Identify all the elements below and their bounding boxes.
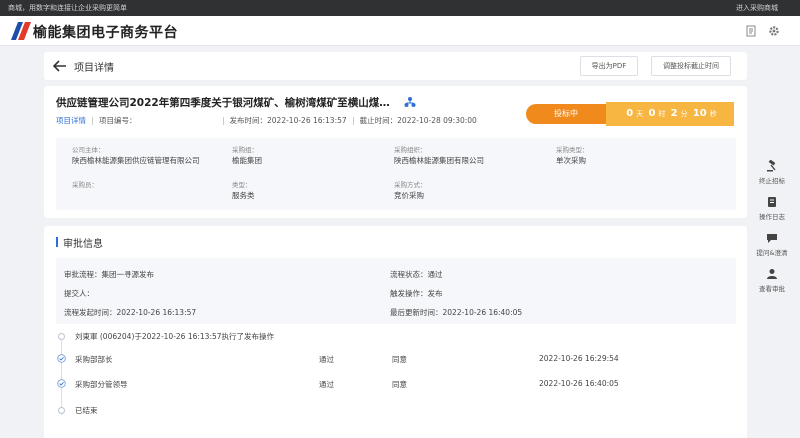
timeline-step-result: 通过 — [319, 380, 334, 389]
project-card: 供应链管理公司2022年第四季度关于银河煤矿、榆树湾煤矿至横山煤… 项目详情 项目… — [44, 86, 747, 218]
project-detail-link[interactable]: 项目详情 — [56, 116, 86, 125]
flow-start-time: 流程发起时间：2022-10-26 16:13:57 — [64, 308, 197, 317]
submitter: 提交人： — [64, 289, 94, 298]
log-icon — [768, 197, 776, 207]
gavel-icon — [767, 160, 776, 172]
top-strip: 商城，用数字和连接让企业采购更简单 进入采购商城 — [0, 0, 800, 16]
countdown-days: 0 — [626, 108, 634, 119]
project-code-label: 项目编号： — [99, 116, 137, 125]
countdown-hours: 0 — [648, 108, 656, 119]
timeline-dot — [58, 333, 65, 340]
terminate-bid-button[interactable]: 终止招标 — [752, 160, 792, 185]
approval-info-grid: 审批流程：集团一寻源发布 流程状态：通过 提交人： 触发操作：发布 流程发起时间… — [56, 258, 736, 324]
approval-card: 审批信息 审批流程：集团一寻源发布 流程状态：通过 提交人： 触发操作：发布 流… — [44, 226, 747, 438]
slogan: 商城，用数字和连接让企业采购更简单 — [8, 4, 127, 12]
countdown-minutes: 2 — [670, 108, 678, 119]
brand-logo-icon — [11, 22, 31, 40]
back-arrow-icon[interactable] — [53, 60, 67, 72]
trigger-action: 触发操作：发布 — [390, 289, 443, 298]
last-update-time: 最后更新时间：2022-10-26 16:40:05 — [390, 308, 523, 317]
deadline-time: 截止时间：2022-10-28 09:30:00 — [359, 116, 477, 125]
document-icon[interactable] — [745, 25, 757, 37]
company-label: 公司主体： — [72, 146, 105, 154]
project-info-grid: 公司主体： 陕西榆林能源集团供应链管理有限公司 采购组： 榆能集团 采购组织： … — [56, 138, 736, 210]
header: 榆能集团电子商务平台 — [0, 16, 800, 46]
rail-label: 查看审批 — [759, 285, 785, 293]
operation-log-button[interactable]: 操作日志 — [752, 196, 792, 221]
category-value: 服务类 — [232, 191, 255, 200]
view-approval-button[interactable]: 查看审批 — [752, 268, 792, 293]
timeline-line — [61, 339, 62, 415]
timeline-step-time: 2022-10-26 16:29:54 — [539, 354, 619, 363]
timeline-end: 已结束 — [75, 406, 98, 415]
project-meta-row: 项目详情 项目编号： 发布时间：2022-10-26 16:13:57 截止时间：20… — [56, 115, 477, 126]
purchase-type-label: 采购类型： — [556, 146, 589, 154]
purchase-method-label: 采购方式： — [394, 181, 427, 189]
rail-label: 操作日志 — [759, 213, 785, 221]
purchase-org-value: 陕西榆林能源集团有限公司 — [394, 156, 484, 165]
page-title-bar: 项目详情 导出为PDF 调整投标截止时间 — [44, 52, 747, 80]
export-pdf-button[interactable]: 导出为PDF — [580, 56, 638, 76]
purchase-method-value: 竞价采购 — [394, 191, 424, 200]
timeline-step-opinion: 同意 — [392, 380, 407, 389]
gear-icon[interactable] — [768, 25, 780, 37]
purchase-org-label: 采购组织： — [394, 146, 427, 154]
flow-status: 流程状态：通过 — [390, 270, 443, 279]
timeline-step-name: 采购部分管领导 — [75, 380, 128, 389]
purchase-group-value: 榆能集团 — [232, 156, 262, 165]
approval-flow: 审批流程：集团一寻源发布 — [64, 270, 154, 279]
status-badge: 投标中 — [526, 104, 606, 124]
brand-name: 榆能集团电子商务平台 — [33, 25, 178, 41]
org-tree-icon[interactable] — [404, 96, 416, 108]
publish-time: 发布时间：2022-10-26 16:13:57 — [229, 116, 347, 125]
buyer-label: 采购员： — [72, 181, 98, 189]
project-title: 供应链管理公司2022年第四季度关于银河煤矿、榆树湾煤矿至横山煤… — [56, 97, 390, 109]
section-accent-bar — [56, 237, 58, 247]
timeline-publish-entry: 刘東軍 (006204)于2022-10-26 16:13:57执行了发布操作 — [75, 332, 275, 341]
timeline-dot — [58, 407, 65, 414]
adjust-deadline-button[interactable]: 调整投标截止时间 — [651, 56, 731, 76]
company-value: 陕西榆林能源集团供应链管理有限公司 — [72, 156, 200, 165]
enter-mall-link[interactable]: 进入采购商城 — [736, 3, 778, 13]
chat-icon — [767, 234, 777, 243]
check-circle-icon — [57, 354, 66, 363]
purchase-type-value: 单次采购 — [556, 156, 586, 165]
timeline-step-result: 通过 — [319, 355, 334, 364]
timeline-step-name: 采购部部长 — [75, 355, 113, 364]
rail-label: 提问&澄清 — [756, 249, 788, 257]
rail-label: 终止招标 — [759, 177, 785, 185]
timeline-step-opinion: 同意 — [392, 355, 407, 364]
category-label: 类型： — [232, 181, 252, 189]
section-title: 审批信息 — [63, 239, 103, 250]
countdown-seconds: 10 — [692, 108, 707, 119]
question-clarify-button[interactable]: 提问&澄清 — [752, 232, 792, 257]
purchase-group-label: 采购组： — [232, 146, 258, 154]
approver-icon — [767, 269, 777, 279]
countdown-timer: 0天 0时 2分 10 秒 — [606, 102, 734, 126]
check-circle-icon — [57, 379, 66, 388]
page-title: 项目详情 — [74, 63, 114, 74]
timeline-step-time: 2022-10-26 16:40:05 — [539, 379, 619, 388]
